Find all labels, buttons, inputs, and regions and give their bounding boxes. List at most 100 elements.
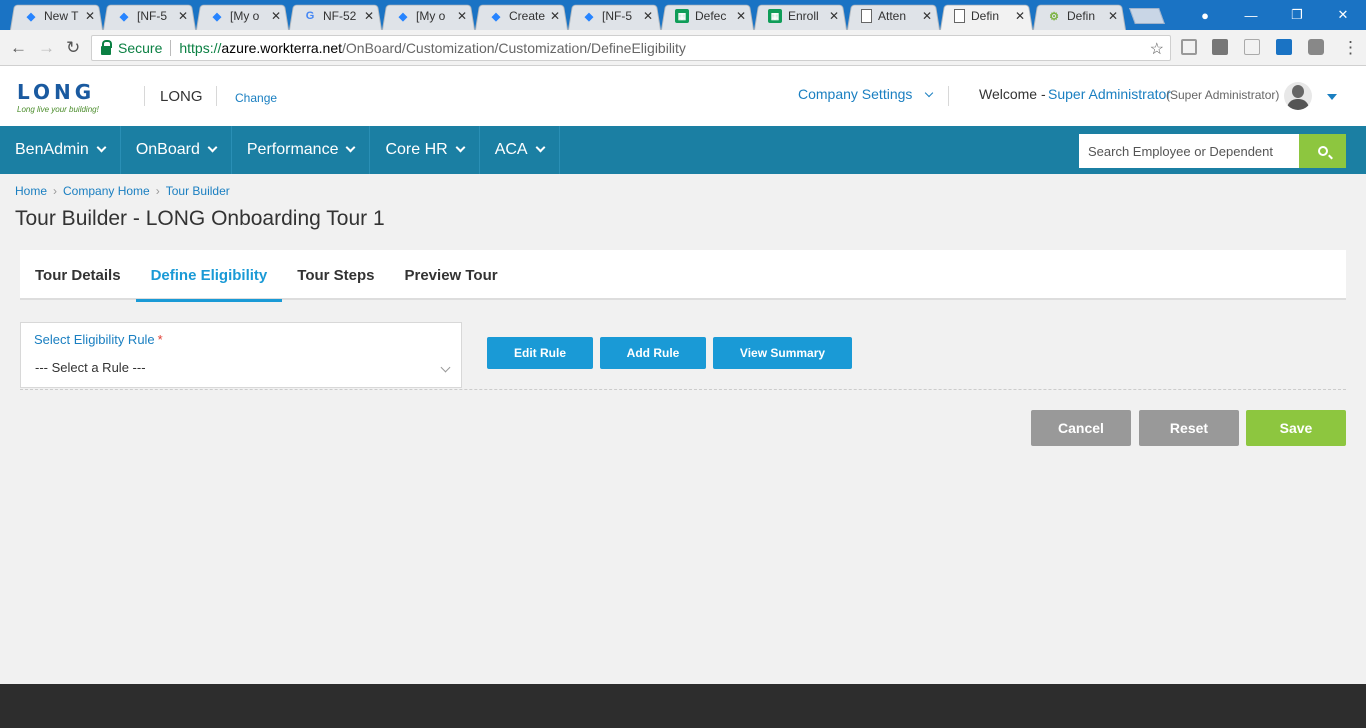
close-tab-icon[interactable]: ✕ — [85, 9, 95, 23]
browser-tab[interactable]: Atten ✕ — [847, 2, 940, 30]
user-name[interactable]: Super Administrator — [1048, 86, 1171, 102]
tab-tour-details[interactable]: Tour Details — [20, 250, 136, 300]
nav-core-hr[interactable]: Core HR — [370, 126, 480, 174]
browser-tab[interactable]: ◆ Create ✕ — [475, 2, 568, 30]
profile-icon[interactable]: ● — [1182, 8, 1228, 23]
eligibility-rule-panel: Select Eligibility Rule * --- Select a Ru… — [20, 322, 462, 388]
employee-search-input[interactable] — [1079, 134, 1299, 168]
nav-label: Core HR — [385, 141, 448, 158]
bookmark-star-icon[interactable]: ☆ — [1150, 39, 1164, 59]
company-logo[interactable]: LONG Long live your building! — [17, 80, 99, 114]
avatar[interactable] — [1284, 82, 1312, 110]
logo-tagline: Long live your building! — [17, 105, 99, 114]
cancel-button[interactable]: Cancel — [1031, 410, 1131, 446]
extension-icon[interactable] — [1276, 39, 1292, 55]
view-summary-button[interactable]: View Summary — [713, 337, 852, 369]
document-icon — [861, 9, 872, 23]
close-tab-icon[interactable]: ✕ — [364, 9, 374, 23]
url-path: /OnBoard/Customization/Customization/Def… — [342, 40, 686, 56]
edit-rule-button[interactable]: Edit Rule — [487, 337, 593, 369]
user-role: (Super Administrator) — [1166, 88, 1280, 102]
breadcrumb-home[interactable]: Home — [15, 184, 47, 198]
breadcrumb-company-home[interactable]: Company Home — [63, 184, 150, 198]
change-company-link[interactable]: Change — [235, 91, 277, 105]
new-tab-button[interactable] — [1129, 8, 1165, 24]
tab-label: Defec — [695, 9, 727, 23]
chevron-down-icon — [346, 142, 356, 152]
browser-tab[interactable]: ◆ [My o ✕ — [196, 2, 289, 30]
close-tab-icon[interactable]: ✕ — [271, 9, 281, 23]
chevron-down-icon — [207, 142, 218, 152]
browser-tab[interactable]: ⚙ Defin ✕ — [1033, 2, 1126, 30]
nav-label: OnBoard — [135, 141, 200, 158]
close-tab-icon[interactable]: ✕ — [1015, 9, 1025, 23]
tab-label: Create — [509, 9, 546, 23]
tab-define-eligibility[interactable]: Define Eligibility — [135, 250, 283, 302]
extension-icon[interactable] — [1181, 39, 1197, 55]
back-arrow-icon[interactable]: ← — [10, 38, 27, 58]
close-tab-icon[interactable]: ✕ — [736, 9, 746, 23]
camera-icon[interactable] — [1308, 39, 1324, 55]
restore-icon[interactable]: ❐ — [1274, 7, 1320, 23]
tab-label: [NF-5 — [137, 9, 167, 23]
browser-tab[interactable]: ◆ [NF-5 ✕ — [103, 2, 196, 30]
user-menu-caret-icon[interactable] — [1327, 94, 1337, 100]
chevron-down-icon — [455, 142, 466, 152]
pdf-extension-icon[interactable] — [1244, 39, 1260, 55]
tab-preview-tour[interactable]: Preview Tour — [390, 250, 513, 300]
forward-arrow-icon[interactable]: → — [38, 38, 55, 58]
welcome-text: Welcome - — [979, 86, 1046, 102]
browser-tab[interactable]: ◆ New T ✕ — [10, 2, 103, 30]
company-settings-menu[interactable]: Company Settings — [798, 86, 934, 102]
close-tab-icon[interactable]: ✕ — [1108, 9, 1118, 23]
breadcrumb-tour-builder[interactable]: Tour Builder — [166, 184, 230, 198]
close-tab-icon[interactable]: ✕ — [550, 9, 560, 23]
close-tab-icon[interactable]: ✕ — [922, 9, 932, 23]
tab-tour-steps[interactable]: Tour Steps — [282, 250, 389, 300]
search-button[interactable] — [1299, 134, 1346, 168]
tab-label: Defin — [971, 9, 1000, 23]
page-title: Tour Builder - LONG Onboarding Tour 1 — [15, 207, 385, 230]
browser-tab-active[interactable]: Defin ✕ — [940, 2, 1033, 30]
url-bar[interactable]: Secure https://azure.workterra.net/OnBoa… — [91, 35, 1171, 61]
close-window-icon[interactable]: ✕ — [1320, 7, 1366, 23]
browser-tab[interactable]: ◆ [My o ✕ — [382, 2, 475, 30]
close-tab-icon[interactable]: ✕ — [457, 9, 467, 23]
url-host: azure.workterra.net — [221, 40, 342, 56]
jira-icon: ◆ — [119, 10, 129, 23]
nav-onboard[interactable]: OnBoard — [121, 126, 232, 174]
minimize-icon[interactable]: — — [1228, 8, 1274, 23]
browser-tab[interactable]: ▦ Defec ✕ — [661, 2, 754, 30]
url-scheme: https:// — [179, 40, 222, 56]
save-button[interactable]: Save — [1246, 410, 1346, 446]
breadcrumb-separator: › — [155, 184, 160, 198]
tab-label: Defin — [1067, 9, 1096, 23]
required-marker: * — [157, 332, 163, 347]
browser-tab[interactable]: ▦ Enroll ✕ — [754, 2, 847, 30]
browser-tab[interactable]: ◆ [NF-5 ✕ — [568, 2, 661, 30]
browser-tab[interactable]: G NF-52 ✕ — [289, 2, 382, 30]
menu-kebab-icon[interactable]: ⋮ — [1342, 38, 1359, 58]
reload-icon[interactable]: ↻ — [66, 38, 80, 58]
section-divider — [20, 389, 1346, 390]
eligibility-rule-select[interactable]: --- Select a Rule --- — [35, 360, 146, 375]
nav-aca[interactable]: ACA — [480, 126, 560, 174]
company-name: LONG — [160, 88, 203, 105]
close-tab-icon[interactable]: ✕ — [178, 9, 188, 23]
nav-label: BenAdmin — [15, 141, 89, 158]
tab-label: [My o — [416, 9, 446, 23]
chevron-down-icon — [96, 142, 107, 152]
tab-label: NF-52 — [323, 9, 357, 23]
nav-benadmin[interactable]: BenAdmin — [0, 126, 121, 174]
extension-icon[interactable] — [1212, 39, 1228, 55]
lock-icon — [101, 39, 112, 55]
nav-label: Performance — [246, 141, 339, 158]
nav-performance[interactable]: Performance — [232, 126, 371, 174]
reset-button[interactable]: Reset — [1139, 410, 1239, 446]
divider — [144, 86, 145, 106]
chevron-down-icon[interactable] — [440, 362, 451, 373]
add-rule-button[interactable]: Add Rule — [600, 337, 706, 369]
close-tab-icon[interactable]: ✕ — [643, 9, 653, 23]
close-tab-icon[interactable]: ✕ — [829, 9, 839, 23]
tab-label: Atten — [878, 9, 907, 23]
